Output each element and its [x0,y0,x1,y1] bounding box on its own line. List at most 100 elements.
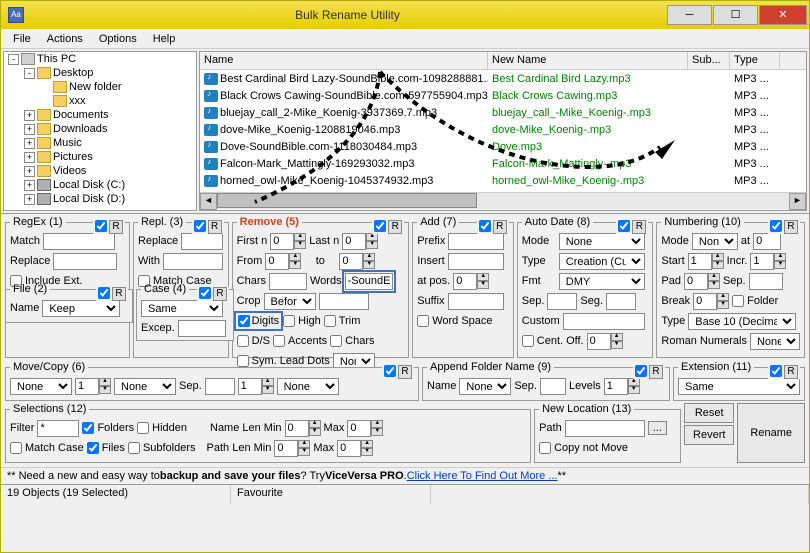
ext-select[interactable]: Same [678,378,800,395]
tree-expand-icon[interactable]: + [24,124,35,135]
spin-up[interactable]: ▲ [262,378,274,386]
spin-down[interactable]: ▼ [298,448,310,456]
spin-up[interactable]: ▲ [774,253,786,261]
sel-subfolders-check[interactable] [128,442,140,454]
spin-up[interactable]: ▲ [361,440,373,448]
autodate-off-input[interactable] [587,333,611,350]
file-list[interactable]: Name New Name Sub... Type Best Cardinal … [199,51,807,211]
spin-down[interactable]: ▼ [611,341,623,349]
reset-button[interactable]: Reset [684,403,734,423]
scroll-thumb[interactable] [217,193,477,208]
movecopy-op2-select[interactable]: None [114,378,176,395]
movecopy-n1-input[interactable] [75,378,99,395]
add-reset-button[interactable]: R [493,220,507,234]
spin-up[interactable]: ▲ [371,420,383,428]
menu-file[interactable]: File [5,31,39,47]
spin-down[interactable]: ▼ [628,386,640,394]
case-reset-button[interactable]: R [213,287,227,301]
spin-up[interactable]: ▲ [309,420,321,428]
tree-expand-icon[interactable]: + [24,180,35,191]
movecopy-reset-button[interactable]: R [398,365,412,379]
remove-ds-check[interactable] [237,335,249,347]
spin-down[interactable]: ▼ [294,241,306,249]
spin-up[interactable]: ▲ [294,233,306,241]
numbering-reset-button[interactable]: R [784,220,798,234]
col-sub[interactable]: Sub... [688,52,730,69]
repl-reset-button[interactable]: R [208,220,222,234]
menu-help[interactable]: Help [145,31,184,47]
repl-replace-input[interactable] [181,233,223,250]
spin-down[interactable]: ▼ [99,386,111,394]
spin-down[interactable]: ▼ [262,386,274,394]
menu-actions[interactable]: Actions [39,31,91,47]
sel-namelenmax-input[interactable] [347,420,371,437]
tree-expand-icon[interactable]: - [24,68,35,79]
regex-enable-check[interactable] [95,220,107,232]
sel-namelenmin-input[interactable] [285,420,309,437]
numbering-enable-check[interactable] [770,220,782,232]
spin-down[interactable]: ▼ [371,428,383,436]
movecopy-sep-input[interactable] [205,378,235,395]
case-excep-input[interactable] [178,320,226,337]
footer-link[interactable]: Click Here To Find Out More ... [407,470,558,482]
tree-item[interactable]: New folder [4,80,196,94]
remove-chars-input[interactable] [269,273,307,290]
autodate-seg-input[interactable] [606,293,636,310]
num-at-input[interactable] [753,233,781,250]
maximize-button[interactable]: ☐ [713,5,758,25]
add-atpos-input[interactable] [453,273,477,290]
spin-up[interactable]: ▲ [363,253,375,261]
remove-high-check[interactable] [283,315,295,327]
tree-item[interactable]: +Downloads [4,122,196,136]
remove-accents-check[interactable] [273,335,285,347]
tree-expand-icon[interactable]: + [24,138,35,149]
repl-with-input[interactable] [163,253,223,270]
folder-tree[interactable]: -This PC-Desktop New folder xxx+Document… [3,51,197,211]
autodate-enable-check[interactable] [618,220,630,232]
spin-down[interactable]: ▼ [363,261,375,269]
close-button[interactable]: ✕ [759,5,807,25]
append-sep-input[interactable] [540,378,566,395]
num-sep-input[interactable] [749,273,783,290]
col-type[interactable]: Type [730,52,780,69]
file-reset-button[interactable]: R [112,287,126,301]
file-row[interactable]: bluejay_call_2-Mike_Koenig-3937369.7.mp3… [200,104,806,121]
autodate-mode-select[interactable]: None [559,233,645,250]
tree-item[interactable]: -This PC [4,52,196,66]
sel-files-check[interactable] [87,442,99,454]
col-newname[interactable]: New Name [488,52,688,69]
movecopy-enable-check[interactable] [384,365,396,377]
tree-expand-icon[interactable]: + [24,166,35,177]
remove-words-input[interactable] [345,273,393,290]
tree-expand-icon[interactable]: - [8,54,19,65]
remove-trim-check[interactable] [324,315,336,327]
spin-down[interactable]: ▼ [366,241,378,249]
tree-item[interactable]: xxx [4,94,196,108]
file-enable-check[interactable] [98,287,110,299]
autodate-fmt-select[interactable]: DMY [559,273,645,290]
regex-match-input[interactable] [43,233,115,250]
remove-from-input[interactable] [265,253,289,270]
sel-filter-input[interactable] [37,420,79,437]
num-break-input[interactable] [693,293,717,310]
add-enable-check[interactable] [479,220,491,232]
repl-enable-check[interactable] [194,220,206,232]
tree-item[interactable]: +Videos [4,164,196,178]
spin-down[interactable]: ▼ [309,428,321,436]
spin-up[interactable]: ▲ [708,273,720,281]
file-row[interactable]: dove-Mike_Koenig-1208819046.mp3dove-Mike… [200,121,806,138]
add-suffix-input[interactable] [448,293,504,310]
file-name-select[interactable]: Keep [42,300,120,317]
remove-crop-input[interactable] [319,293,369,310]
autodate-cent-check[interactable] [522,335,534,347]
tree-expand-icon[interactable]: + [24,194,35,205]
spin-up[interactable]: ▲ [712,253,724,261]
remove-enable-check[interactable] [374,220,386,232]
rename-button[interactable]: Rename [737,403,805,463]
remove-reset-button[interactable]: R [388,220,402,234]
sel-folders-check[interactable] [82,422,94,434]
tree-expand-icon[interactable]: + [24,110,35,121]
remove-chars2-check[interactable] [330,335,342,347]
spin-down[interactable]: ▼ [289,261,301,269]
ext-reset-button[interactable]: R [784,365,798,379]
